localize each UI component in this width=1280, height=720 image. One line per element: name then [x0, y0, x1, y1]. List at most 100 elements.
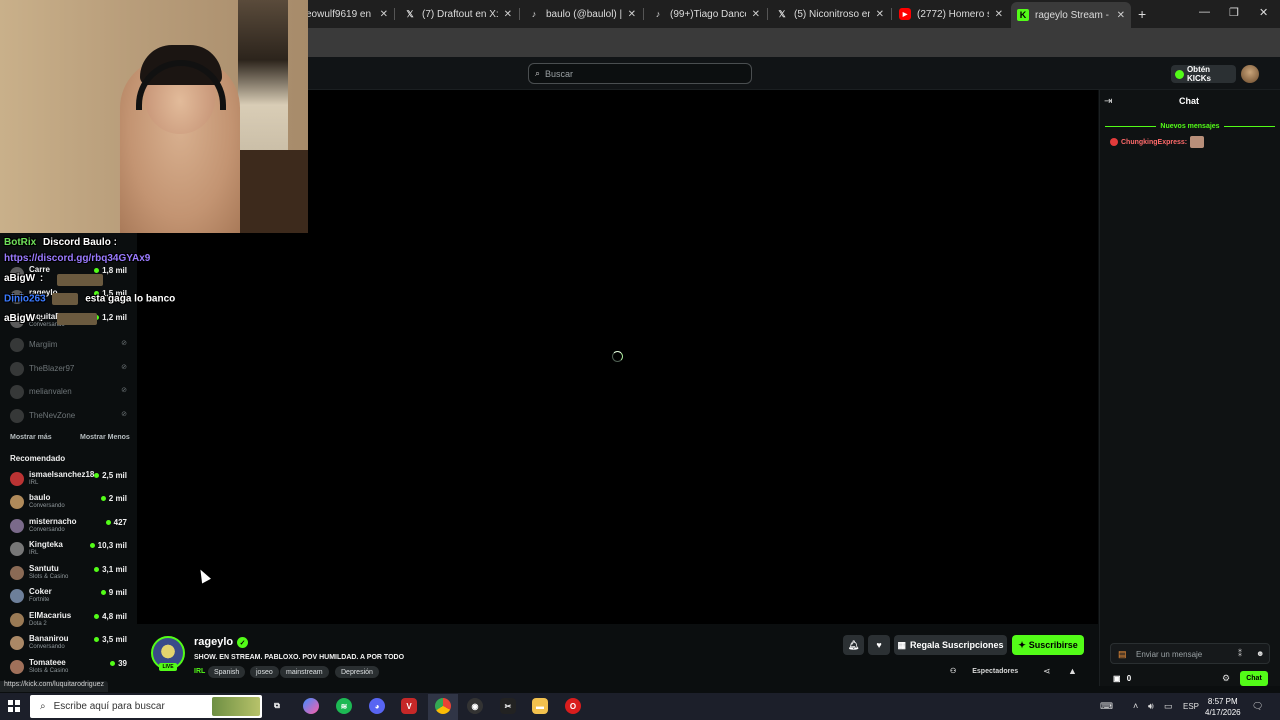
offline-icon: ⊘ [121, 364, 127, 371]
sidebar-item-recommended[interactable]: misternacho Conversando 427 [0, 515, 137, 537]
overlay-username: aBigW [4, 313, 36, 324]
stream-tag[interactable]: mainstream [280, 666, 329, 678]
file-explorer-icon[interactable]: ▬ [532, 698, 548, 714]
sidebar-item-recommended[interactable]: ismaelsanchez18 IRL 2,5 mil [0, 468, 137, 490]
channel-name: TheBlazer97 [29, 364, 75, 373]
new-tab-button[interactable]: + [1138, 6, 1146, 22]
collapse-chat-icon[interactable]: ⇥ [1104, 96, 1112, 107]
close-icon[interactable]: ✕ [995, 9, 1003, 20]
chat-message-input[interactable]: ▤ Enviar un mensaje ⁑ ☻ [1110, 643, 1270, 664]
channel-name: Bananirou [29, 634, 69, 643]
close-icon[interactable]: ✕ [876, 9, 884, 20]
sidebar-item-offline[interactable]: melianvalen ⊘ [0, 381, 137, 403]
sidebar-item-recommended[interactable]: Tomateee Slots & Casino 39 [0, 656, 137, 678]
language-indicator[interactable]: ESP [1183, 702, 1199, 711]
x-icon: 𝕏 [778, 8, 786, 19]
tab-1[interactable]: eowulf9619 en X: ✕ [300, 4, 394, 24]
show-less-link[interactable]: Mostrar Menos [80, 434, 130, 441]
live-badge: LIVE [159, 663, 177, 671]
spotify-icon[interactable]: ≋ [336, 698, 352, 714]
tab-6[interactable]: ▶ (2772) Homero si car ✕ [893, 4, 1009, 24]
tab-divider [394, 8, 395, 20]
obs-icon[interactable]: ◉ [467, 698, 483, 714]
taskbar-search-input[interactable]: ⌕ Escribe aquí para buscar [30, 695, 262, 718]
chat-input-placeholder: Enviar un mensaje [1136, 650, 1203, 659]
sidebar-item-recommended[interactable]: baulo Conversando 2 mil [0, 491, 137, 513]
volume-icon[interactable]: 🔊︎ [1148, 701, 1154, 712]
kicks-icon: ▣ [1113, 674, 1123, 683]
stream-tag[interactable]: joseo [250, 666, 279, 678]
sidebar-item-recommended[interactable]: Coker Fortnite 9 mil [0, 585, 137, 607]
tray-overflow-icon[interactable]: ˄ [1133, 701, 1138, 711]
sidebar-item-recommended[interactable]: Santutu Slots & Casino 3,1 mil [0, 562, 137, 584]
tab-label: rageylo Stream - Wa [1035, 9, 1111, 21]
viewers-icon: ⚇ [950, 668, 957, 675]
close-icon[interactable]: ✕ [628, 9, 636, 20]
capcut-icon[interactable]: ✂ [500, 698, 516, 714]
new-messages-label: Nuevos mensajes [1160, 122, 1220, 130]
stream-tag[interactable]: Depresión [335, 666, 379, 678]
opera-icon[interactable]: O [565, 698, 581, 714]
kick-icon: K [1017, 9, 1029, 21]
search-placeholder: Buscar [545, 68, 574, 79]
subscribe-button[interactable]: ✦ Suscribirse [1012, 635, 1084, 655]
overlay-text: : [39, 273, 44, 284]
streamer-name[interactable]: rageylo [194, 636, 233, 648]
channel-name: TheNevZone [29, 411, 76, 420]
gift-subs-button[interactable]: ▦ Regala Suscripciones [894, 635, 1007, 655]
tab-4[interactable]: ♪ (99+)Tiago Dance in ✕ [646, 4, 766, 24]
channel-category: Conversando [29, 503, 65, 509]
task-view-icon[interactable]: ⧉ [269, 698, 285, 714]
discord-icon[interactable]: ◕ [369, 698, 385, 714]
network-icon[interactable]: ▭ [1164, 701, 1173, 712]
avatar [10, 495, 24, 509]
search-input[interactable]: ⌕ Buscar [528, 63, 752, 84]
share-icon[interactable]: ⋖ [1043, 666, 1051, 677]
live-dot [89, 543, 95, 549]
close-icon[interactable]: ✕ [504, 9, 512, 20]
viewer-count: 3,5 mil [94, 635, 127, 644]
emote-picker-icon[interactable]: ☻ [1256, 649, 1264, 658]
channel-name: melianvalen [29, 387, 72, 396]
close-icon[interactable]: ✕ [752, 9, 760, 20]
youtube-icon: ▶ [899, 8, 911, 20]
close-icon[interactable]: ✕ [380, 9, 388, 20]
kicks-balance[interactable]: ▣ 0 [1113, 674, 1131, 683]
taskbar-clock[interactable]: 8:57 PM 4/17/2026 [1205, 696, 1241, 718]
tab-2[interactable]: 𝕏 (7) Draftout en X: "Aı ✕ [398, 4, 518, 24]
chat-username[interactable]: ChungkingExpress [1121, 139, 1185, 146]
close-icon[interactable]: ✕ [1117, 10, 1125, 21]
sidebar-item-recommended[interactable]: Bananirou Conversando 3,5 mil [0, 632, 137, 654]
report-warning-icon[interactable]: ▲ [1068, 666, 1077, 676]
get-kicks-button[interactable]: Obtén KICKs [1171, 65, 1236, 83]
chat-rules-icon[interactable]: ▤ [1118, 649, 1127, 660]
window-close-icon[interactable]: ✕ [1259, 6, 1268, 19]
minimize-icon[interactable]: — [1199, 6, 1210, 18]
windows-start-icon[interactable] [8, 700, 20, 712]
copilot-icon[interactable] [303, 698, 319, 714]
chrome-icon[interactable] [435, 698, 451, 714]
show-more-link[interactable]: Mostrar más [10, 434, 52, 441]
sidebar-item-recommended[interactable]: ElMacarius Dota 2 4,8 mil [0, 609, 137, 631]
translate-icon[interactable]: ⁑ [1238, 649, 1242, 658]
user-avatar[interactable] [1241, 65, 1259, 83]
chat-send-button[interactable]: Chat [1240, 671, 1268, 686]
voicemeeter-icon[interactable]: V [401, 698, 417, 714]
stream-category-link[interactable]: IRL [194, 668, 205, 675]
keyboard-icon[interactable]: ⌨ [1100, 701, 1113, 712]
tab-active-rageylo[interactable]: K rageylo Stream - Wa ✕ [1011, 2, 1131, 28]
notifications-icon[interactable]: 🗨︎ [1252, 701, 1263, 712]
follow-heart-button[interactable]: ♥ [868, 635, 890, 655]
notification-bell-button[interactable]: 🔔︎ [843, 635, 864, 655]
tab-3[interactable]: ♪ baulo (@baulol) | Tik ✕ [522, 4, 642, 24]
sidebar-item-offline[interactable]: TheBlazer97 ⊘ [0, 358, 137, 380]
sidebar-item-offline[interactable]: Margiim ⊘ [0, 334, 137, 356]
viewer-count-text: 9 mil [108, 588, 127, 597]
sidebar-item-recommended[interactable]: Kingteka IRL 10,3 mil [0, 538, 137, 560]
maximize-icon[interactable]: ❐ [1229, 6, 1239, 19]
tab-5[interactable]: 𝕏 (5) Niconitroso en X: ✕ [770, 4, 890, 24]
stream-tag[interactable]: Spanish [208, 666, 246, 678]
live-dot [94, 473, 100, 479]
sidebar-item-offline[interactable]: TheNevZone ⊘ [0, 405, 137, 427]
chat-settings-icon[interactable]: ⚙ [1222, 673, 1230, 684]
